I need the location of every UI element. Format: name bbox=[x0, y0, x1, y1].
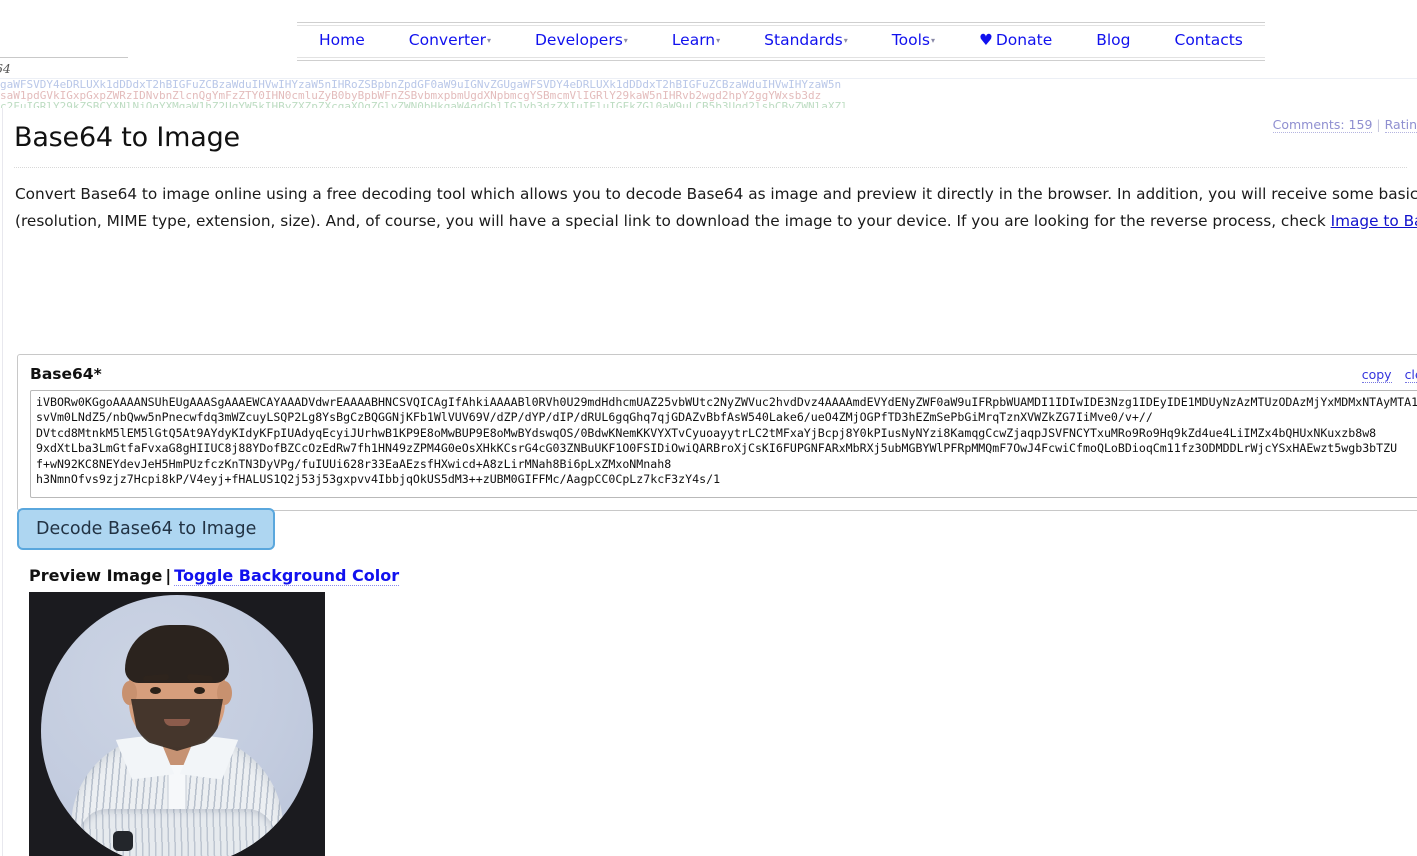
nav-label-blog: Blog bbox=[1096, 31, 1131, 49]
comments-link[interactable]: Comments: 159 bbox=[1272, 117, 1373, 133]
main-navigation: Home Converter▾ Developers▾ Learn▾ Stand… bbox=[297, 22, 1266, 61]
base64-field-label: Base64* bbox=[30, 365, 102, 383]
portrait-hair bbox=[125, 625, 229, 683]
intro-text-part1: Convert Base64 to image online using a f… bbox=[15, 185, 1417, 230]
logo-divider bbox=[0, 57, 128, 59]
clear-link[interactable]: clear bbox=[1404, 367, 1417, 383]
nav-label-contacts: Contacts bbox=[1174, 31, 1243, 49]
logo-text: ru bbox=[0, 6, 128, 55]
portrait-crossed-arms bbox=[79, 809, 275, 856]
nav-item-tools[interactable]: Tools▾ bbox=[869, 22, 958, 61]
decorative-base64-band: gaWFSVDY4eDRLUXk1dDDdxT2hBIGFuZCBzaWduIH… bbox=[0, 78, 1417, 108]
nav-item-contacts[interactable]: Contacts bbox=[1152, 22, 1266, 61]
nav-label-developers: Developers bbox=[535, 31, 623, 49]
page-meta: Comments: 159 | Ratin bbox=[1272, 117, 1417, 133]
nav-item-home[interactable]: Home bbox=[297, 22, 387, 61]
rating-link[interactable]: Ratin bbox=[1384, 117, 1417, 133]
band-row-3: c2FuIGRlY29kZSBCYXNlNjQgYXMgaW1hZ2UgYW5k… bbox=[0, 100, 848, 108]
chevron-down-icon: ▾ bbox=[930, 36, 935, 45]
page-title: Base64 to Image bbox=[14, 122, 240, 153]
portrait-eye-left bbox=[150, 687, 161, 694]
nav-item-developers[interactable]: Developers▾ bbox=[513, 22, 650, 61]
site-logo[interactable]: ru s of Base64 bbox=[0, 6, 128, 76]
preview-section: Preview Image | Toggle Background Color bbox=[29, 566, 400, 856]
decoded-image-preview bbox=[29, 592, 325, 856]
nav-label-standards: Standards bbox=[764, 31, 843, 49]
image-to-base64-link[interactable]: Image to Base64 bbox=[1331, 212, 1417, 230]
nav-label-home: Home bbox=[319, 31, 365, 49]
page-intro: Convert Base64 to image online using a f… bbox=[15, 181, 1417, 234]
page-content: Comments: 159 | Ratin Base64 to Image Conv… bbox=[2, 108, 1417, 856]
copy-link[interactable]: copy bbox=[1361, 367, 1392, 383]
nav-label-learn: Learn bbox=[671, 31, 716, 49]
preview-header: Preview Image | Toggle Background Color bbox=[29, 566, 400, 586]
toggle-background-color-link[interactable]: Toggle Background Color bbox=[174, 566, 400, 586]
portrait-mouth bbox=[164, 719, 190, 726]
preview-label: Preview Image bbox=[29, 566, 163, 585]
nav-label-donate: Donate bbox=[995, 31, 1053, 49]
portrait-eye-right bbox=[194, 687, 205, 694]
nav-label-tools: Tools bbox=[891, 31, 930, 49]
heart-icon: ♥ bbox=[978, 31, 993, 49]
site-header: ru s of Base64 Home Converter▾ Developer… bbox=[0, 0, 1417, 78]
portrait-clip bbox=[41, 595, 313, 856]
base64-input[interactable] bbox=[30, 390, 1417, 498]
nav-item-converter[interactable]: Converter▾ bbox=[386, 22, 514, 61]
portrait-watch bbox=[113, 831, 133, 851]
nav-item-blog[interactable]: Blog bbox=[1074, 22, 1153, 61]
chevron-down-icon: ▾ bbox=[623, 36, 628, 45]
preview-separator: | bbox=[165, 566, 172, 585]
field-toolbar: copycleardo bbox=[1349, 367, 1417, 383]
title-divider bbox=[14, 167, 1407, 168]
base64-form: Base64* copycleardo bbox=[17, 354, 1417, 511]
nav-item-learn[interactable]: Learn▾ bbox=[649, 22, 743, 61]
nav-label-converter: Converter bbox=[408, 31, 486, 49]
nav-item-donate[interactable]: ♥ Donate bbox=[956, 22, 1075, 61]
chevron-down-icon: ▾ bbox=[486, 36, 491, 45]
chevron-down-icon: ▾ bbox=[843, 36, 848, 45]
decode-base64-button[interactable]: Decode Base64 to Image bbox=[17, 508, 276, 551]
chevron-down-icon: ▾ bbox=[716, 36, 721, 45]
nav-item-standards[interactable]: Standards▾ bbox=[742, 22, 870, 61]
field-header: Base64* copycleardo bbox=[30, 365, 1417, 383]
meta-separator: | bbox=[1376, 117, 1381, 132]
logo-tagline: s of Base64 bbox=[0, 61, 11, 77]
